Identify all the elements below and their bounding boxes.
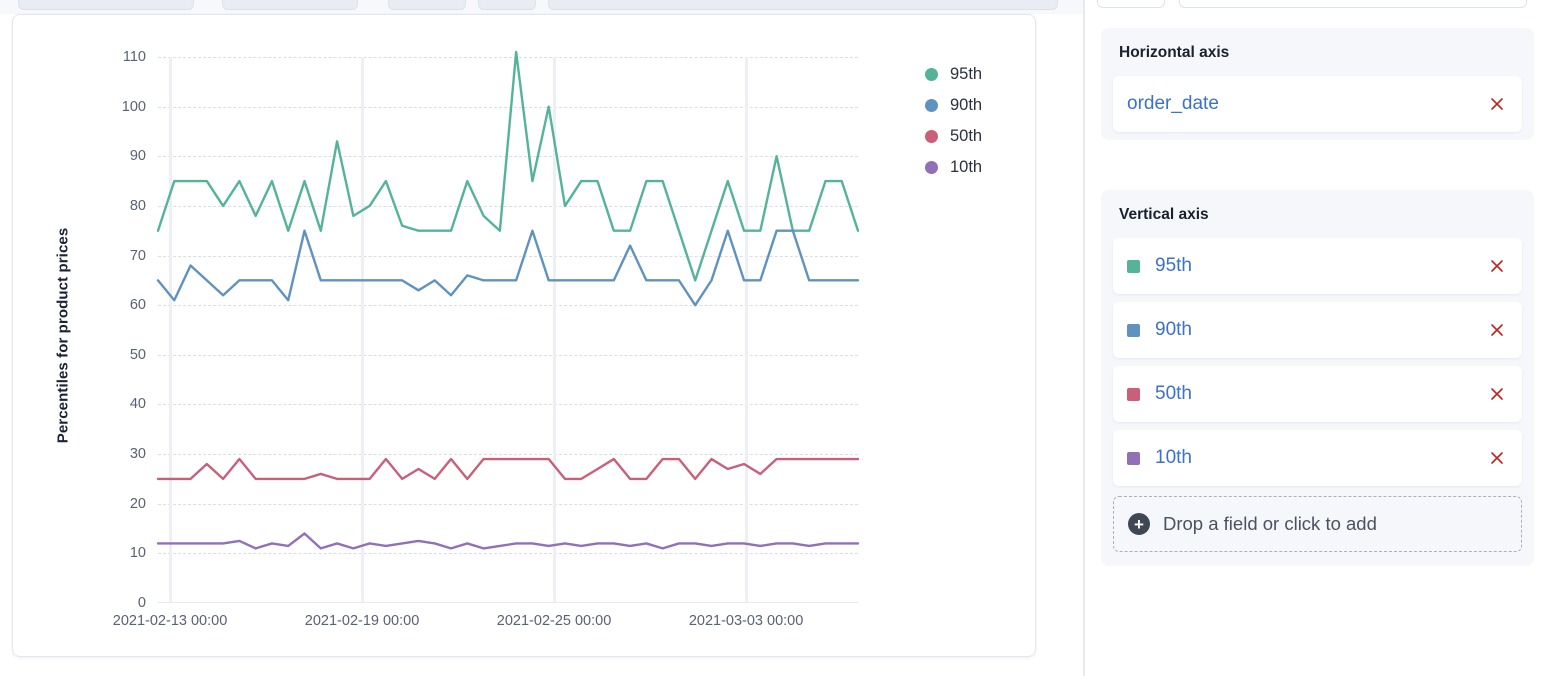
x-tick-label: 2021-03-03 00:00 bbox=[689, 613, 804, 629]
y-tick-label: 80 bbox=[130, 198, 146, 214]
y-tick-label: 50 bbox=[130, 347, 146, 363]
horizontal-axis-title: Horizontal axis bbox=[1101, 28, 1534, 68]
legend-dot-icon bbox=[925, 68, 938, 81]
y-tick-label: 60 bbox=[130, 297, 146, 313]
field-label: 90th bbox=[1155, 319, 1486, 341]
color-swatch-icon bbox=[1127, 260, 1140, 273]
close-icon bbox=[1488, 449, 1506, 467]
remove-field-button[interactable] bbox=[1486, 319, 1508, 341]
close-icon bbox=[1488, 385, 1506, 403]
y-tick-label: 110 bbox=[123, 49, 146, 65]
y-tick-label: 70 bbox=[130, 248, 146, 264]
chip-5[interactable] bbox=[548, 0, 1058, 10]
config-panel: Horizontal axis order_date Vertical axis… bbox=[1085, 0, 1550, 676]
horizontal-axis-field-order_date[interactable]: order_date bbox=[1113, 76, 1522, 132]
legend-label: 50th bbox=[950, 127, 982, 146]
x-tick-label: 2021-02-25 00:00 bbox=[497, 613, 612, 629]
chart-panel: Percentiles for product prices 010203040… bbox=[12, 14, 1036, 657]
legend-label: 95th bbox=[950, 65, 982, 84]
chip-2[interactable] bbox=[222, 0, 358, 10]
close-icon bbox=[1488, 321, 1506, 339]
workspace-toolbar-strip bbox=[0, 0, 1084, 14]
chip-4[interactable] bbox=[478, 0, 536, 10]
series-line-10th bbox=[158, 534, 858, 549]
remove-field-button[interactable] bbox=[1486, 93, 1508, 115]
color-swatch-icon bbox=[1127, 452, 1140, 465]
y-axis-title-text: Percentiles for product prices bbox=[55, 227, 72, 443]
chip-1[interactable] bbox=[18, 0, 194, 10]
y-tick-label: 30 bbox=[130, 446, 146, 462]
y-tick-label: 40 bbox=[130, 396, 146, 412]
legend-item-90th[interactable]: 90th bbox=[925, 96, 982, 115]
remove-field-button[interactable] bbox=[1486, 255, 1508, 277]
lens-visualization-editor: Percentiles for product prices 010203040… bbox=[0, 0, 1550, 676]
series-line-90th bbox=[158, 231, 858, 305]
field-label: 10th bbox=[1155, 447, 1486, 469]
horizontal-axis-group: Horizontal axis order_date bbox=[1101, 28, 1534, 140]
close-icon bbox=[1488, 257, 1506, 275]
remove-field-button[interactable] bbox=[1486, 447, 1508, 469]
legend-item-95th[interactable]: 95th bbox=[925, 65, 982, 84]
x-tick-label: 2021-02-19 00:00 bbox=[305, 613, 420, 629]
color-swatch-icon bbox=[1127, 324, 1140, 337]
legend-label: 90th bbox=[950, 96, 982, 115]
legend-item-10th[interactable]: 10th bbox=[925, 158, 982, 177]
y-tick-label: 100 bbox=[122, 99, 146, 115]
y-tick-label: 0 bbox=[138, 595, 146, 611]
y-tick-label: 90 bbox=[130, 148, 146, 164]
y-tick-label: 20 bbox=[130, 496, 146, 512]
legend-dot-icon bbox=[925, 130, 938, 143]
vertical-axis-fields: 95th 90th 50th 10th bbox=[1101, 238, 1534, 486]
remove-field-button[interactable] bbox=[1486, 383, 1508, 405]
series-line-95th bbox=[158, 52, 858, 280]
drop-field-label: Drop a field or click to add bbox=[1163, 513, 1377, 535]
chart-legend: 95th 90th 50th 10th bbox=[925, 65, 982, 177]
vertical-axis-field-50th[interactable]: 50th bbox=[1113, 366, 1522, 422]
horizontal-axis-fields: order_date bbox=[1101, 76, 1534, 132]
y-tick-label: 10 bbox=[130, 545, 146, 561]
config-top-partials bbox=[1085, 0, 1550, 12]
legend-dot-icon bbox=[925, 161, 938, 174]
color-swatch-icon bbox=[1127, 388, 1140, 401]
vertical-axis-field-10th[interactable]: 10th bbox=[1113, 430, 1522, 486]
field-label: 50th bbox=[1155, 383, 1486, 405]
chip-3[interactable] bbox=[388, 0, 466, 10]
legend-dot-icon bbox=[925, 99, 938, 112]
partial-box-1[interactable] bbox=[1097, 0, 1165, 8]
vertical-axis-field-95th[interactable]: 95th bbox=[1113, 238, 1522, 294]
series-line-50th bbox=[158, 459, 858, 479]
y-axis-title: Percentiles for product prices bbox=[51, 185, 75, 485]
close-icon bbox=[1488, 95, 1506, 113]
plot-area: 0102030405060708090100110 2021-02-13 00:… bbox=[158, 57, 858, 603]
legend-label: 10th bbox=[950, 158, 982, 177]
vertical-axis-group: Vertical axis 95th 90th 50th 10th + Drop a … bbox=[1101, 190, 1534, 566]
legend-item-50th[interactable]: 50th bbox=[925, 127, 982, 146]
drop-field-area[interactable]: + Drop a field or click to add bbox=[1113, 496, 1522, 552]
field-label: order_date bbox=[1127, 93, 1486, 115]
x-tick-label: 2021-02-13 00:00 bbox=[113, 613, 228, 629]
vertical-axis-title: Vertical axis bbox=[1101, 190, 1534, 230]
vertical-axis-field-90th[interactable]: 90th bbox=[1113, 302, 1522, 358]
partial-box-2[interactable] bbox=[1179, 0, 1527, 8]
plus-circle-icon: + bbox=[1128, 513, 1150, 535]
field-label: 95th bbox=[1155, 255, 1486, 277]
series-lines bbox=[158, 57, 858, 603]
chart-canvas: Percentiles for product prices 010203040… bbox=[13, 15, 1035, 656]
